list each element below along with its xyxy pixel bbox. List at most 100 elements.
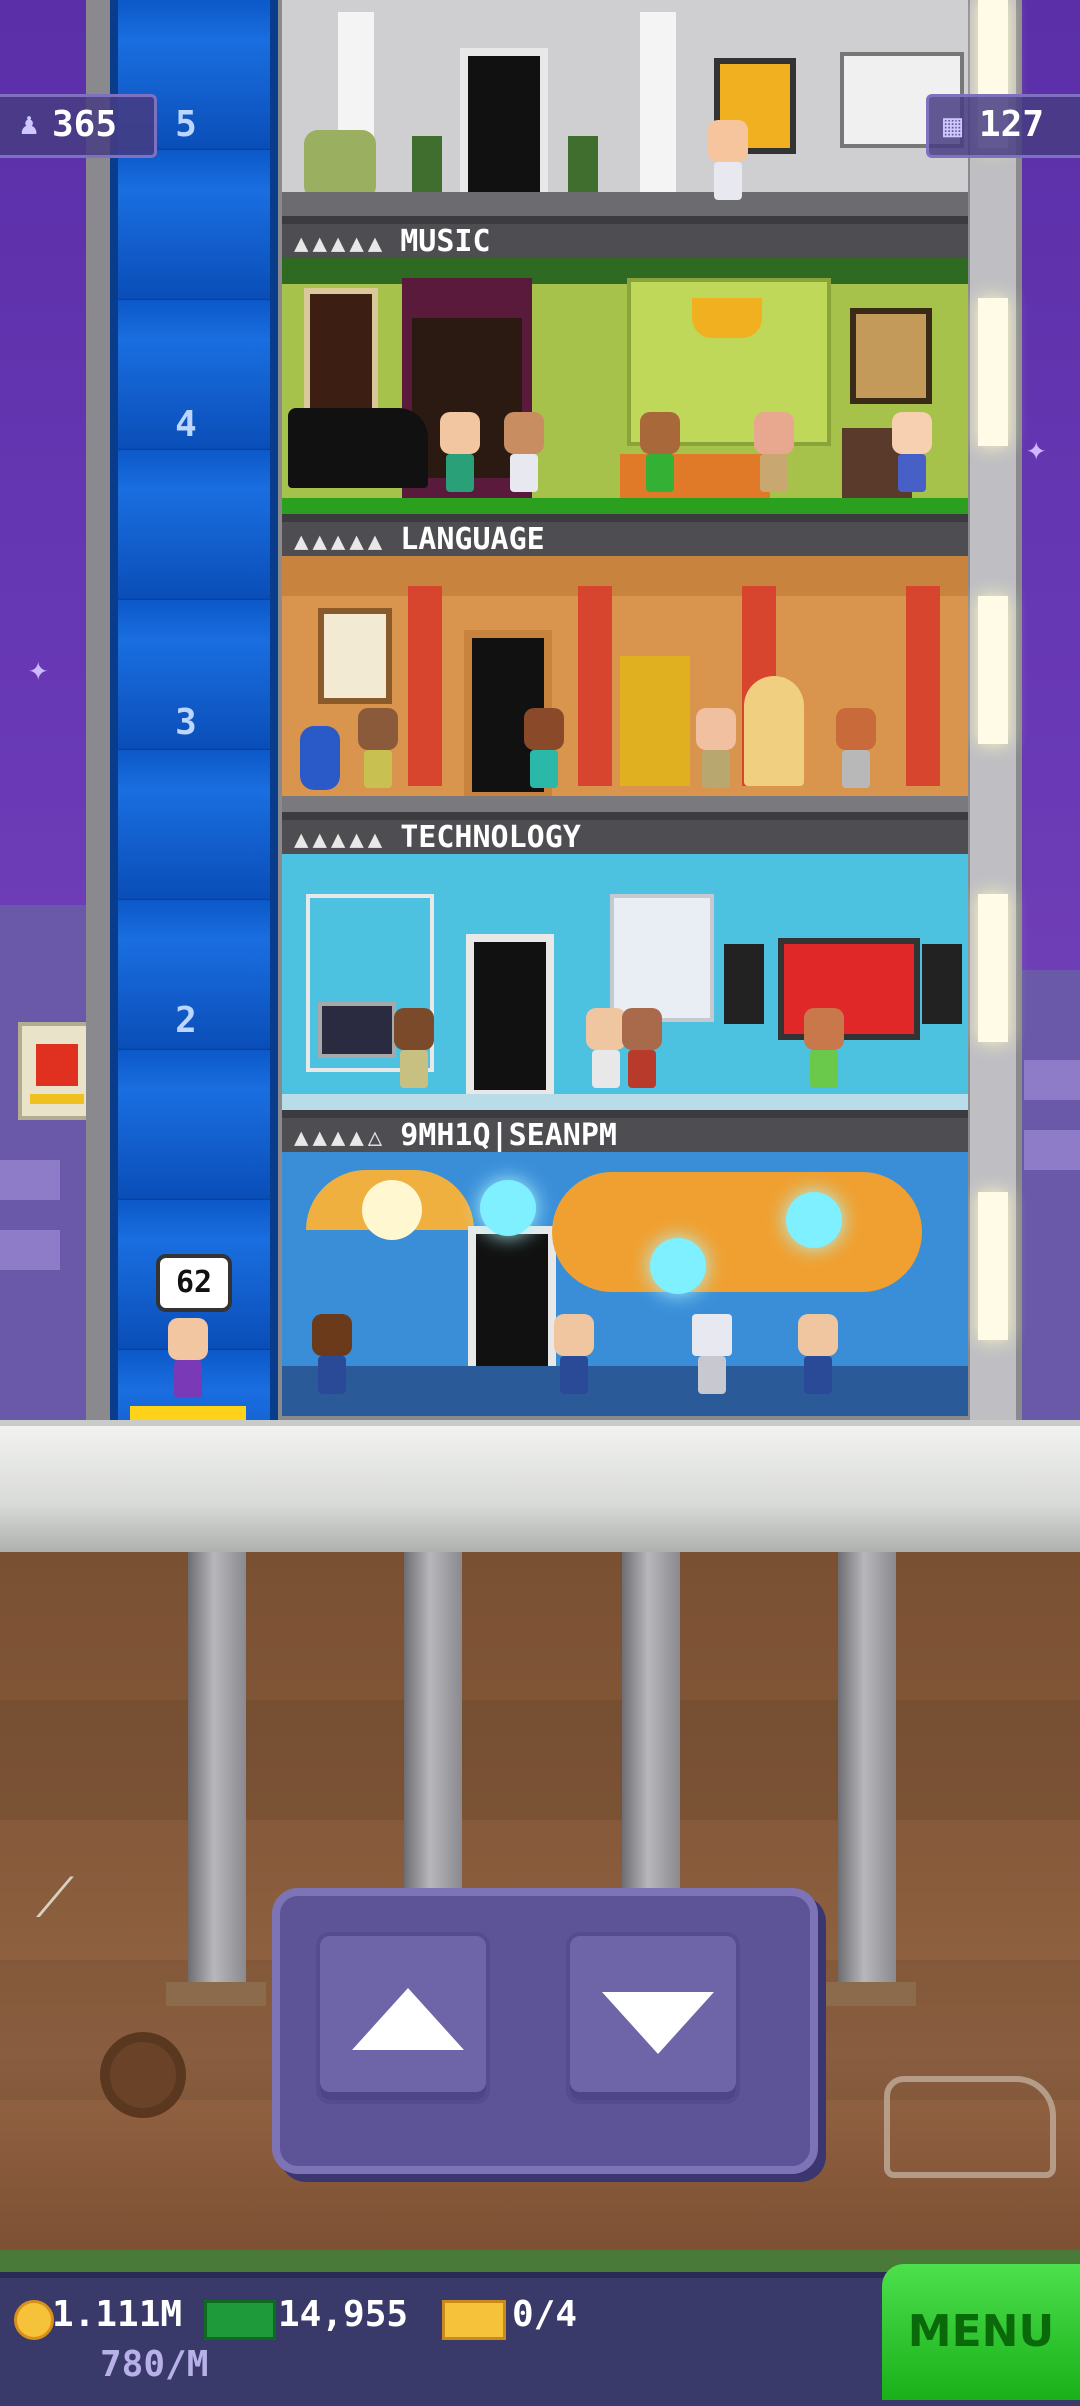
- arrow-up-icon: [352, 1988, 464, 2050]
- mirror: [744, 676, 804, 786]
- building-window: [0, 1230, 60, 1270]
- column: [640, 12, 676, 210]
- city-building: [1016, 970, 1080, 1420]
- speaker: [724, 944, 764, 1024]
- column: [578, 586, 612, 786]
- window-light: [978, 894, 1008, 1042]
- building-icon: ▦: [943, 106, 963, 144]
- menu-button[interactable]: MENU: [882, 2264, 1080, 2400]
- dinosaur-fossil: [884, 2076, 1056, 2178]
- building-window: [1024, 1060, 1080, 1100]
- floor-rating-stars: ▲▲▲▲▲: [294, 825, 387, 853]
- floor-room: [282, 258, 968, 522]
- window-light: [978, 1192, 1008, 1340]
- throne: [620, 656, 690, 786]
- elevator-nav-panel: [272, 1888, 818, 2174]
- resident[interactable]: [502, 412, 546, 498]
- robot[interactable]: [690, 1314, 734, 1400]
- floor-divider: [282, 514, 968, 522]
- floor-name: LANGUAGE: [400, 522, 545, 557]
- plant: [412, 136, 442, 200]
- glow-orb: [786, 1192, 842, 1248]
- floor-name: 9MH1Q|SEANPM: [400, 1118, 617, 1153]
- shaft-floor-number: 4: [175, 404, 197, 445]
- computer-monitor: [318, 1002, 396, 1058]
- support-pillar: [838, 1552, 896, 1982]
- support-pillar: [622, 1552, 680, 1902]
- submarine: [552, 1172, 922, 1292]
- vase: [300, 726, 340, 790]
- resident[interactable]: [706, 120, 750, 206]
- floor-rating-stars: ▲▲▲▲△: [294, 1123, 387, 1151]
- floor-language[interactable]: ▲▲▲▲▲ LANGUAGE: [282, 522, 968, 820]
- support-pillar: [404, 1552, 462, 1902]
- resident[interactable]: [638, 412, 682, 498]
- floor-lobby-custom[interactable]: ▲▲▲▲△ 9MH1Q|SEANPM: [282, 1118, 968, 1416]
- floor-divider: [282, 812, 968, 820]
- tickets-value[interactable]: 0/4: [512, 2294, 577, 2335]
- window: [610, 894, 714, 1022]
- floor-music[interactable]: ▲▲▲▲▲ MUSIC: [282, 224, 968, 522]
- grand-piano: [288, 408, 428, 488]
- resident[interactable]: [796, 1314, 840, 1400]
- bux-value[interactable]: 14,955: [278, 2294, 408, 2335]
- resident[interactable]: [694, 708, 738, 794]
- resident[interactable]: [890, 412, 934, 498]
- floor-title-bar: ▲▲▲▲▲ LANGUAGE: [282, 522, 968, 557]
- floor-rating-stars: ▲▲▲▲▲: [294, 527, 387, 555]
- painting: [850, 308, 932, 404]
- floor-count-value: 127: [979, 104, 1045, 145]
- lamp: [362, 1180, 422, 1240]
- window-light: [978, 596, 1008, 744]
- ticket-icon: [442, 2300, 506, 2340]
- support-pillar: [188, 1552, 246, 1982]
- person-icon: ♟: [20, 107, 39, 142]
- building-window: [1024, 1130, 1080, 1170]
- fries-icon: [36, 1044, 78, 1086]
- resident[interactable]: [802, 1008, 846, 1094]
- glow-orb: [480, 1180, 536, 1236]
- floor-name: MUSIC: [400, 224, 491, 259]
- bone-icon: ⟋: [36, 1866, 74, 1929]
- column: [906, 586, 940, 786]
- resident[interactable]: [522, 708, 566, 794]
- buried-tire: [100, 2032, 186, 2118]
- star-icon: ✦: [28, 649, 49, 689]
- star-icon: ✦: [1026, 429, 1047, 469]
- floor-name: TECHNOLOGY: [400, 820, 581, 855]
- shaft-floor-number: 3: [175, 702, 197, 743]
- scroll-down-button[interactable]: [566, 1932, 740, 2104]
- tv-screen: [778, 938, 920, 1040]
- floor-room: [282, 1152, 968, 1416]
- elevator-passenger[interactable]: [166, 1318, 210, 1404]
- resident[interactable]: [552, 1314, 596, 1400]
- column: [408, 586, 442, 786]
- floor-technology[interactable]: ▲▲▲▲▲ TECHNOLOGY: [282, 820, 968, 1118]
- plant: [568, 136, 598, 200]
- floor-title-bar: ▲▲▲▲△ 9MH1Q|SEANPM: [282, 1118, 968, 1153]
- resident[interactable]: [392, 1008, 436, 1094]
- door: [466, 934, 554, 1098]
- cash-icon: [204, 2300, 276, 2340]
- resident[interactable]: [834, 708, 878, 794]
- resident[interactable]: [752, 412, 796, 498]
- resident[interactable]: [620, 1008, 664, 1094]
- tower-foundation-slab: [0, 1420, 1080, 1558]
- arrow-down-icon: [602, 1992, 714, 2054]
- floor-rating-stars: ▲▲▲▲▲: [294, 229, 387, 257]
- resident[interactable]: [356, 708, 400, 794]
- shaft-floor-number: 2: [175, 1000, 197, 1041]
- armchair: [304, 130, 376, 200]
- resident[interactable]: [310, 1314, 354, 1400]
- floor-title-bar: ▲▲▲▲▲ MUSIC: [282, 224, 968, 259]
- scroll-up-button[interactable]: [316, 1932, 490, 2104]
- resident[interactable]: [438, 412, 482, 498]
- population-counter[interactable]: ♟ 365: [0, 94, 157, 158]
- floor-top-residence[interactable]: [282, 0, 968, 220]
- passenger-floor-badge: 62: [156, 1254, 232, 1312]
- speaker: [922, 944, 962, 1024]
- floor-count-counter[interactable]: ▦ 127: [926, 94, 1080, 158]
- fries-billboard: [18, 1022, 96, 1120]
- chandelier: [692, 298, 762, 338]
- window-light: [978, 298, 1008, 446]
